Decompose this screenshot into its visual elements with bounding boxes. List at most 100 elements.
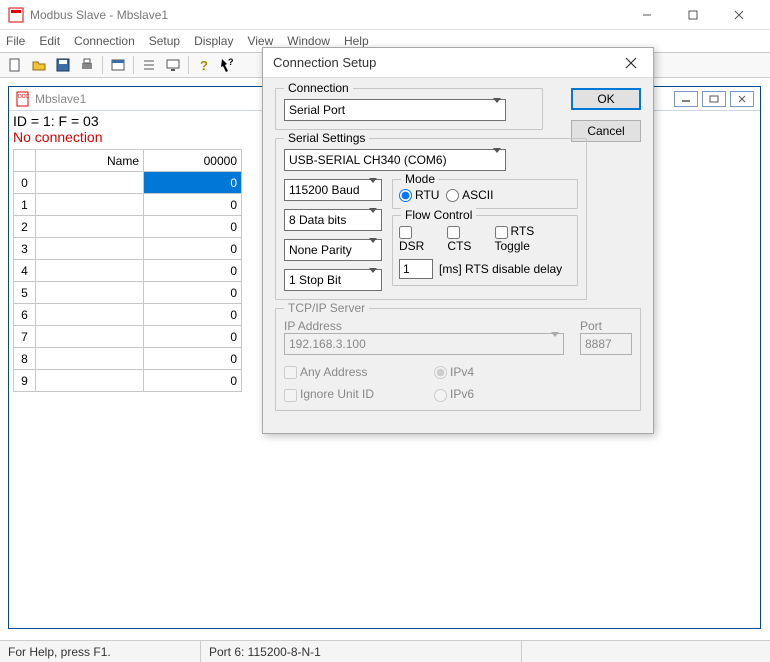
- row-header[interactable]: 8: [14, 348, 36, 370]
- cell-name[interactable]: [36, 172, 144, 194]
- connection-legend: Connection: [284, 81, 353, 95]
- mode-group: Mode RTU ASCII: [392, 179, 578, 209]
- toolbar-sep: [133, 56, 134, 74]
- new-icon[interactable]: [4, 54, 26, 76]
- cell-name[interactable]: [36, 238, 144, 260]
- cell-value[interactable]: 0: [144, 216, 242, 238]
- cell-value[interactable]: 0: [144, 304, 242, 326]
- menu-view[interactable]: View: [247, 34, 273, 48]
- window-icon[interactable]: [107, 54, 129, 76]
- databits-select[interactable]: 8 Data bits: [284, 209, 382, 231]
- dialog-titlebar: Connection Setup: [263, 48, 653, 78]
- parity-select[interactable]: None Parity: [284, 239, 382, 261]
- row-header[interactable]: 2: [14, 216, 36, 238]
- cell-name[interactable]: [36, 348, 144, 370]
- doc-icon: DOC: [15, 91, 31, 107]
- menu-setup[interactable]: Setup: [149, 34, 180, 48]
- row-header[interactable]: 6: [14, 304, 36, 326]
- maximize-button[interactable]: [670, 1, 716, 29]
- dialog-title: Connection Setup: [273, 55, 619, 70]
- stopbit-select[interactable]: 1 Stop Bit: [284, 269, 382, 291]
- chevron-down-icon: [551, 337, 559, 351]
- doc-minimize-button[interactable]: [674, 91, 698, 107]
- row-header[interactable]: 7: [14, 326, 36, 348]
- port-input: 8887: [580, 333, 632, 355]
- cell-name[interactable]: [36, 326, 144, 348]
- list-icon[interactable]: [138, 54, 160, 76]
- cell-name[interactable]: [36, 216, 144, 238]
- open-icon[interactable]: [28, 54, 50, 76]
- toolbar-sep: [102, 56, 103, 74]
- ok-button[interactable]: OK: [571, 88, 641, 110]
- serial-settings-group: Serial Settings USB-SERIAL CH340 (COM6) …: [275, 138, 587, 300]
- menu-edit[interactable]: Edit: [39, 34, 60, 48]
- row-header[interactable]: 1: [14, 194, 36, 216]
- cell-value[interactable]: 0: [144, 260, 242, 282]
- mode-legend: Mode: [401, 172, 439, 186]
- status-port: Port 6: 115200-8-N-1: [201, 645, 521, 659]
- col-header-row[interactable]: [14, 150, 36, 172]
- dialog-close-button[interactable]: [619, 51, 643, 75]
- minimize-button[interactable]: [624, 1, 670, 29]
- ascii-radio-label[interactable]: ASCII: [446, 188, 493, 202]
- cell-name[interactable]: [36, 260, 144, 282]
- row-header[interactable]: 9: [14, 370, 36, 392]
- connection-select[interactable]: Serial Port: [284, 99, 506, 121]
- cell-name[interactable]: [36, 282, 144, 304]
- main-title: Modbus Slave - Mbslave1: [30, 8, 624, 22]
- menu-display[interactable]: Display: [194, 34, 233, 48]
- row-header[interactable]: 3: [14, 238, 36, 260]
- help-icon[interactable]: ?: [193, 54, 215, 76]
- ascii-radio[interactable]: [446, 189, 459, 202]
- rtu-radio-label[interactable]: RTU: [399, 188, 439, 202]
- monitor-icon[interactable]: [162, 54, 184, 76]
- doc-maximize-button[interactable]: [702, 91, 726, 107]
- menu-help[interactable]: Help: [344, 34, 369, 48]
- chevron-down-icon: [369, 213, 377, 227]
- rts-toggle-checkbox-label[interactable]: RTS Toggle: [495, 224, 572, 252]
- menu-connection[interactable]: Connection: [74, 34, 135, 48]
- chevron-down-icon: [369, 273, 377, 287]
- cell-value[interactable]: 0: [144, 370, 242, 392]
- col-header-value[interactable]: 00000: [144, 150, 242, 172]
- row-header[interactable]: 4: [14, 260, 36, 282]
- menu-file[interactable]: File: [6, 34, 25, 48]
- dsr-checkbox[interactable]: [399, 226, 412, 239]
- dsr-checkbox-label[interactable]: DSR: [399, 224, 439, 252]
- cts-checkbox[interactable]: [447, 226, 460, 239]
- cell-name[interactable]: [36, 304, 144, 326]
- rtu-radio[interactable]: [399, 189, 412, 202]
- connection-value: Serial Port: [289, 103, 345, 117]
- rts-toggle-checkbox[interactable]: [495, 226, 508, 239]
- row-header[interactable]: 0: [14, 172, 36, 194]
- cell-value[interactable]: 0: [144, 194, 242, 216]
- baud-select[interactable]: 115200 Baud: [284, 179, 382, 201]
- cell-name[interactable]: [36, 370, 144, 392]
- row-header[interactable]: 5: [14, 282, 36, 304]
- doc-close-button[interactable]: [730, 91, 754, 107]
- serial-port-select[interactable]: USB-SERIAL CH340 (COM6): [284, 149, 506, 171]
- menu-window[interactable]: Window: [287, 34, 330, 48]
- cts-checkbox-label[interactable]: CTS: [447, 224, 486, 252]
- context-help-icon[interactable]: ?: [217, 54, 239, 76]
- close-button[interactable]: [716, 1, 762, 29]
- cell-name[interactable]: [36, 194, 144, 216]
- ipv4-radio-label: IPv4: [434, 365, 474, 379]
- save-icon[interactable]: [52, 54, 74, 76]
- cell-value[interactable]: 0: [144, 326, 242, 348]
- ip-select: 192.168.3.100: [284, 333, 564, 355]
- serial-legend: Serial Settings: [284, 131, 369, 145]
- cell-value[interactable]: 0: [144, 238, 242, 260]
- ignore-unit-checkbox-label: Ignore Unit ID: [284, 387, 434, 401]
- rts-delay-input[interactable]: [399, 259, 433, 279]
- chevron-down-icon: [369, 243, 377, 257]
- cell-value[interactable]: 0: [144, 348, 242, 370]
- ipv6-radio-label: IPv6: [434, 387, 474, 401]
- cell-value[interactable]: 0: [144, 172, 242, 194]
- cell-value[interactable]: 0: [144, 282, 242, 304]
- status-help: For Help, press F1.: [0, 645, 200, 659]
- print-icon[interactable]: [76, 54, 98, 76]
- col-header-name[interactable]: Name: [36, 150, 144, 172]
- flow-legend: Flow Control: [401, 208, 476, 222]
- register-table[interactable]: Name 00000 00 10 20 30 40 50 60 70 80 90: [13, 149, 242, 392]
